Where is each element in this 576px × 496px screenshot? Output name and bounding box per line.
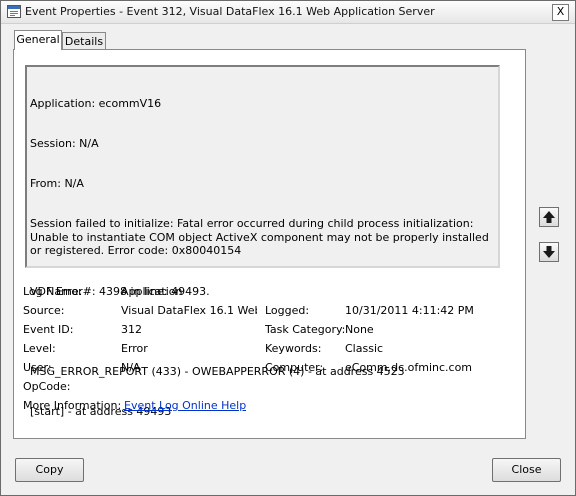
event-id-value[interactable]: 312 <box>121 323 142 336</box>
more-information-label: More Information: <box>23 399 122 412</box>
event-log-online-help-link[interactable]: Event Log Online Help <box>124 399 246 412</box>
description-line: VDF Error#: 4398 in line: 49493. <box>30 284 210 298</box>
task-category-value[interactable]: None <box>345 323 374 336</box>
copy-button[interactable]: Copy <box>15 458 84 482</box>
previous-event-button[interactable] <box>539 207 559 227</box>
close-button-label: Close <box>511 463 542 476</box>
close-icon: X <box>556 5 565 18</box>
keywords-value[interactable]: Classic <box>345 342 383 355</box>
copy-button-label: Copy <box>35 463 64 476</box>
source-label: Source: <box>23 304 65 317</box>
description-line: Session: N/A <box>30 137 99 151</box>
keywords-label: Keywords: <box>265 342 322 355</box>
window-close-button[interactable]: X <box>552 4 569 21</box>
opcode-label: OpCode: <box>23 380 71 393</box>
user-label: User: <box>23 361 52 374</box>
computer-label: Computer: <box>265 361 324 374</box>
arrow-up-icon <box>540 208 558 226</box>
user-value[interactable]: N/A <box>121 361 140 374</box>
logged-label: Logged: <box>265 304 310 317</box>
close-button[interactable]: Close <box>492 458 561 482</box>
level-label: Level: <box>23 342 56 355</box>
event-viewer-icon <box>7 5 21 18</box>
tab-general[interactable]: General <box>14 30 62 50</box>
level-value[interactable]: Error <box>121 342 148 355</box>
title-bar[interactable]: Event Properties - Event 312, Visual Dat… <box>1 1 575 24</box>
tab-details-label: Details <box>64 35 104 48</box>
window-title: Event Properties - Event 312, Visual Dat… <box>25 5 435 18</box>
event-id-label: Event ID: <box>23 323 74 336</box>
description-line: From: N/A <box>30 177 84 191</box>
arrow-down-icon <box>540 243 558 261</box>
description-line: Session failed to initialize: Fatal erro… <box>30 217 493 258</box>
log-name-label: Log Name: <box>23 285 83 298</box>
source-value[interactable]: Visual DataFlex 16.1 Web Ap <box>121 304 257 317</box>
event-properties-window: Event Properties - Event 312, Visual Dat… <box>0 0 576 496</box>
tab-general-label: General <box>16 33 60 46</box>
description-line: Application: ecommV16 <box>30 96 162 110</box>
task-category-label: Task Category: <box>265 323 346 336</box>
computer-value[interactable]: eComm.dc.ofminc.com <box>345 361 472 374</box>
event-description[interactable]: Application: ecommV16 Session: N/A From:… <box>25 65 500 418</box>
description-line <box>30 325 495 338</box>
tab-details[interactable]: Details <box>62 32 106 50</box>
logged-value[interactable]: 10/31/2011 4:11:42 PM <box>345 304 474 317</box>
log-name-value[interactable]: Application <box>121 285 182 298</box>
next-event-button[interactable] <box>539 242 559 262</box>
